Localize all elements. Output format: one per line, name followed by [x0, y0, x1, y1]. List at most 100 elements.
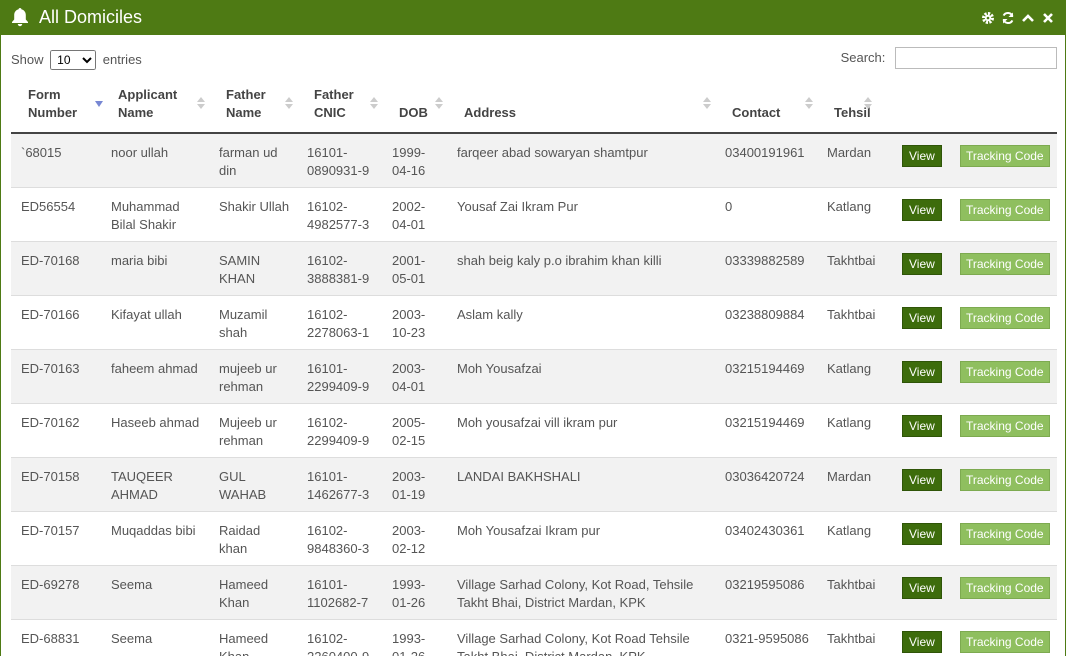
show-label: Show	[11, 52, 44, 67]
table-row: ED-70162 Haseeb ahmad Mujeeb ur rehman 1610…	[11, 403, 1057, 458]
form-number-cell: ED-70168	[11, 241, 101, 296]
tracking-code-button[interactable]: Tracking Code	[960, 253, 1050, 275]
father-cnic-cell: 16101-2299409-9	[297, 349, 382, 404]
refresh-icon[interactable]	[1001, 11, 1015, 25]
table-row: ED-70168 maria bibi SAMIN KHAN 16102-388838…	[11, 241, 1057, 296]
father-name-cell: GUL WAHAB	[209, 457, 297, 512]
contact-cell: 03400191961	[715, 132, 817, 188]
header-text: Address	[464, 105, 517, 120]
applicant-name-cell: Haseeb ahmad	[101, 403, 209, 458]
sort-both-icon	[864, 97, 872, 109]
table-body: `68015 noor ullah farman ud din 16101-08909…	[11, 132, 1057, 656]
applicant-name-cell: Seema	[101, 619, 209, 656]
address-cell: Moh yousafzai vill ikram pur	[447, 403, 715, 458]
contact-cell: 03339882589	[715, 241, 817, 296]
address-cell: Moh Yousafzai Ikram pur	[447, 511, 715, 566]
dob-cell: 1993-01-26	[382, 565, 447, 620]
applicant-name-cell: Seema	[101, 565, 209, 620]
table-row: ED56554 Muhammad Bilal Shakir Shakir Ullah…	[11, 187, 1057, 242]
dob-cell: 2001-05-01	[382, 241, 447, 296]
father-name-cell: Hameed Khan	[209, 565, 297, 620]
form-number-cell: ED-69278	[11, 565, 101, 620]
col-dob[interactable]: DOB	[382, 80, 447, 134]
view-button[interactable]: View	[902, 253, 942, 275]
view-button[interactable]: View	[902, 469, 942, 491]
tracking-code-button[interactable]: Tracking Code	[960, 307, 1050, 329]
view-button[interactable]: View	[902, 307, 942, 329]
tracking-code-button[interactable]: Tracking Code	[960, 199, 1050, 221]
col-applicant-name[interactable]: Applicant Name	[101, 80, 209, 134]
close-icon[interactable]	[1041, 11, 1055, 25]
view-button[interactable]: View	[902, 523, 942, 545]
panel-tools	[981, 11, 1055, 25]
tracking-code-button[interactable]: Tracking Code	[960, 415, 1050, 437]
chevron-up-icon[interactable]	[1021, 11, 1035, 25]
table-controls: Show 102550100 entries Search:	[11, 47, 1057, 70]
father-cnic-cell: 16101-0890931-9	[297, 132, 382, 188]
table-row: ED-70166 Kifayat ullah Muzamil shah 16102-2…	[11, 295, 1057, 350]
bell-icon	[12, 8, 28, 27]
view-cell: View	[892, 187, 950, 242]
header-text: Father	[226, 87, 266, 102]
header-text: CNIC	[314, 105, 346, 120]
applicant-name-cell: Kifayat ullah	[101, 295, 209, 350]
col-father-name[interactable]: Father Name	[209, 80, 297, 134]
dob-cell: 2003-10-23	[382, 295, 447, 350]
contact-cell: 03215194469	[715, 349, 817, 404]
form-number-cell: ED56554	[11, 187, 101, 242]
father-cnic-cell: 16101-1462677-3	[297, 457, 382, 512]
view-button[interactable]: View	[902, 199, 942, 221]
tracking-code-button[interactable]: Tracking Code	[960, 469, 1050, 491]
tracking-cell: Tracking Code	[950, 619, 1057, 656]
view-cell: View	[892, 295, 950, 350]
table-row: ED-70157 Muqaddas bibi Raidad khan 16102-98…	[11, 511, 1057, 566]
sort-both-icon	[285, 97, 293, 109]
dob-cell: 2003-04-01	[382, 349, 447, 404]
header-text: Name	[226, 105, 262, 120]
father-cnic-cell: 16102-2278063-1	[297, 295, 382, 350]
domiciles-table: Form Number Applicant Name Father Name F…	[11, 80, 1057, 656]
applicant-name-cell: Muqaddas bibi	[101, 511, 209, 566]
view-cell: View	[892, 619, 950, 656]
dob-cell: 1993-01-26	[382, 619, 447, 656]
col-contact[interactable]: Contact	[715, 80, 817, 134]
tehsil-cell: Takhtbai	[817, 619, 892, 656]
view-cell: View	[892, 511, 950, 566]
tehsil-cell: Mardan	[817, 132, 892, 188]
father-name-cell: Raidad khan	[209, 511, 297, 566]
sort-both-icon	[370, 97, 378, 109]
view-button[interactable]: View	[902, 145, 942, 167]
form-number-cell: ED-70166	[11, 295, 101, 350]
view-button[interactable]: View	[902, 415, 942, 437]
tracking-code-button[interactable]: Tracking Code	[960, 631, 1050, 653]
view-button[interactable]: View	[902, 361, 942, 383]
search-input[interactable]	[895, 47, 1057, 69]
tracking-code-button[interactable]: Tracking Code	[960, 577, 1050, 599]
col-form-number[interactable]: Form Number	[11, 80, 103, 134]
view-cell: View	[892, 132, 950, 188]
tracking-code-button[interactable]: Tracking Code	[960, 361, 1050, 383]
col-father-cnic[interactable]: Father CNIC	[297, 80, 382, 134]
form-number-cell: ED-70158	[11, 457, 101, 512]
table-row: ED-69278 Seema Hameed Khan 16101-1102682-7 1…	[11, 565, 1057, 620]
sort-both-icon	[805, 97, 813, 109]
tracking-code-button[interactable]: Tracking Code	[960, 145, 1050, 167]
tracking-code-button[interactable]: Tracking Code	[960, 523, 1050, 545]
sort-both-icon	[435, 97, 443, 109]
header-text: DOB	[399, 105, 428, 120]
sort-both-icon	[703, 97, 711, 109]
gear-icon[interactable]	[981, 11, 995, 25]
view-button[interactable]: View	[902, 577, 942, 599]
col-tehsil[interactable]: Tehsil	[817, 80, 892, 134]
header-text: Form	[28, 87, 61, 102]
view-cell: View	[892, 457, 950, 512]
tehsil-cell: Takhtbai	[817, 565, 892, 620]
address-cell: Yousaf Zai Ikram Pur	[447, 187, 715, 242]
father-cnic-cell: 16102-9848360-3	[297, 511, 382, 566]
page-length-select[interactable]: 102550100	[50, 50, 97, 70]
view-button[interactable]: View	[902, 631, 942, 653]
panel-header: All Domiciles	[1, 0, 1065, 35]
tracking-cell: Tracking Code	[950, 295, 1057, 350]
col-address[interactable]: Address	[447, 80, 715, 134]
search-control: Search:	[841, 47, 1057, 69]
